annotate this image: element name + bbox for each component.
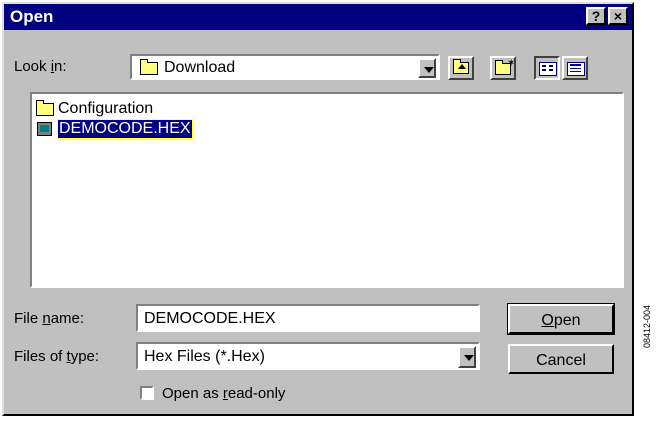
files-of-type-dropdown[interactable]: Hex Files (*.Hex) — [136, 342, 480, 370]
open-dialog: Open ? × Look in: Download ✶ Configurati… — [2, 2, 634, 416]
up-one-level-icon — [453, 59, 469, 74]
cancel-button[interactable]: Cancel — [508, 344, 614, 374]
file-name-input[interactable]: DEMOCODE.HEX — [136, 304, 480, 332]
list-item-label: DEMOCODE.HEX — [57, 119, 193, 139]
open-button[interactable]: Open — [507, 303, 615, 335]
file-name-value: DEMOCODE.HEX — [144, 310, 276, 327]
hex-file-icon — [37, 122, 52, 136]
list-view-button[interactable] — [534, 56, 560, 80]
look-in-label: Look in: — [14, 58, 67, 75]
open-button-label: Open — [541, 312, 581, 329]
close-button[interactable]: × — [608, 7, 628, 25]
title-bar[interactable]: Open ? × — [4, 4, 632, 30]
folder-icon — [36, 100, 54, 116]
create-new-folder-button[interactable]: ✶ — [490, 56, 516, 80]
look-in-dropdown[interactable]: Download — [130, 54, 440, 80]
look-in-value: Download — [164, 59, 236, 76]
cancel-button-label: Cancel — [536, 352, 586, 369]
up-one-level-button[interactable] — [448, 56, 474, 80]
look-in-dropdown-button[interactable] — [418, 58, 436, 78]
details-view-button[interactable] — [562, 56, 588, 80]
chevron-down-icon — [464, 355, 474, 361]
file-list[interactable]: Configuration DEMOCODE.HEX — [30, 92, 624, 288]
read-only-checkbox[interactable] — [140, 386, 154, 400]
help-button[interactable]: ? — [586, 7, 606, 25]
list-view-icon — [539, 62, 557, 76]
files-of-type-value: Hex Files (*.Hex) — [144, 348, 265, 365]
files-of-type-dropdown-button[interactable] — [458, 346, 476, 368]
files-of-type-label: Files of type: — [14, 348, 100, 365]
list-item-label: Configuration — [58, 100, 154, 117]
details-view-icon — [567, 62, 585, 76]
file-name-label: File name: — [14, 310, 85, 327]
read-only-label: Open as read-only — [162, 385, 286, 402]
open-folder-icon — [140, 59, 158, 75]
chevron-down-icon — [424, 67, 434, 73]
figure-id: 08412-004 — [642, 304, 652, 348]
create-new-folder-icon: ✶ — [495, 58, 515, 75]
window-title: Open — [10, 7, 54, 26]
